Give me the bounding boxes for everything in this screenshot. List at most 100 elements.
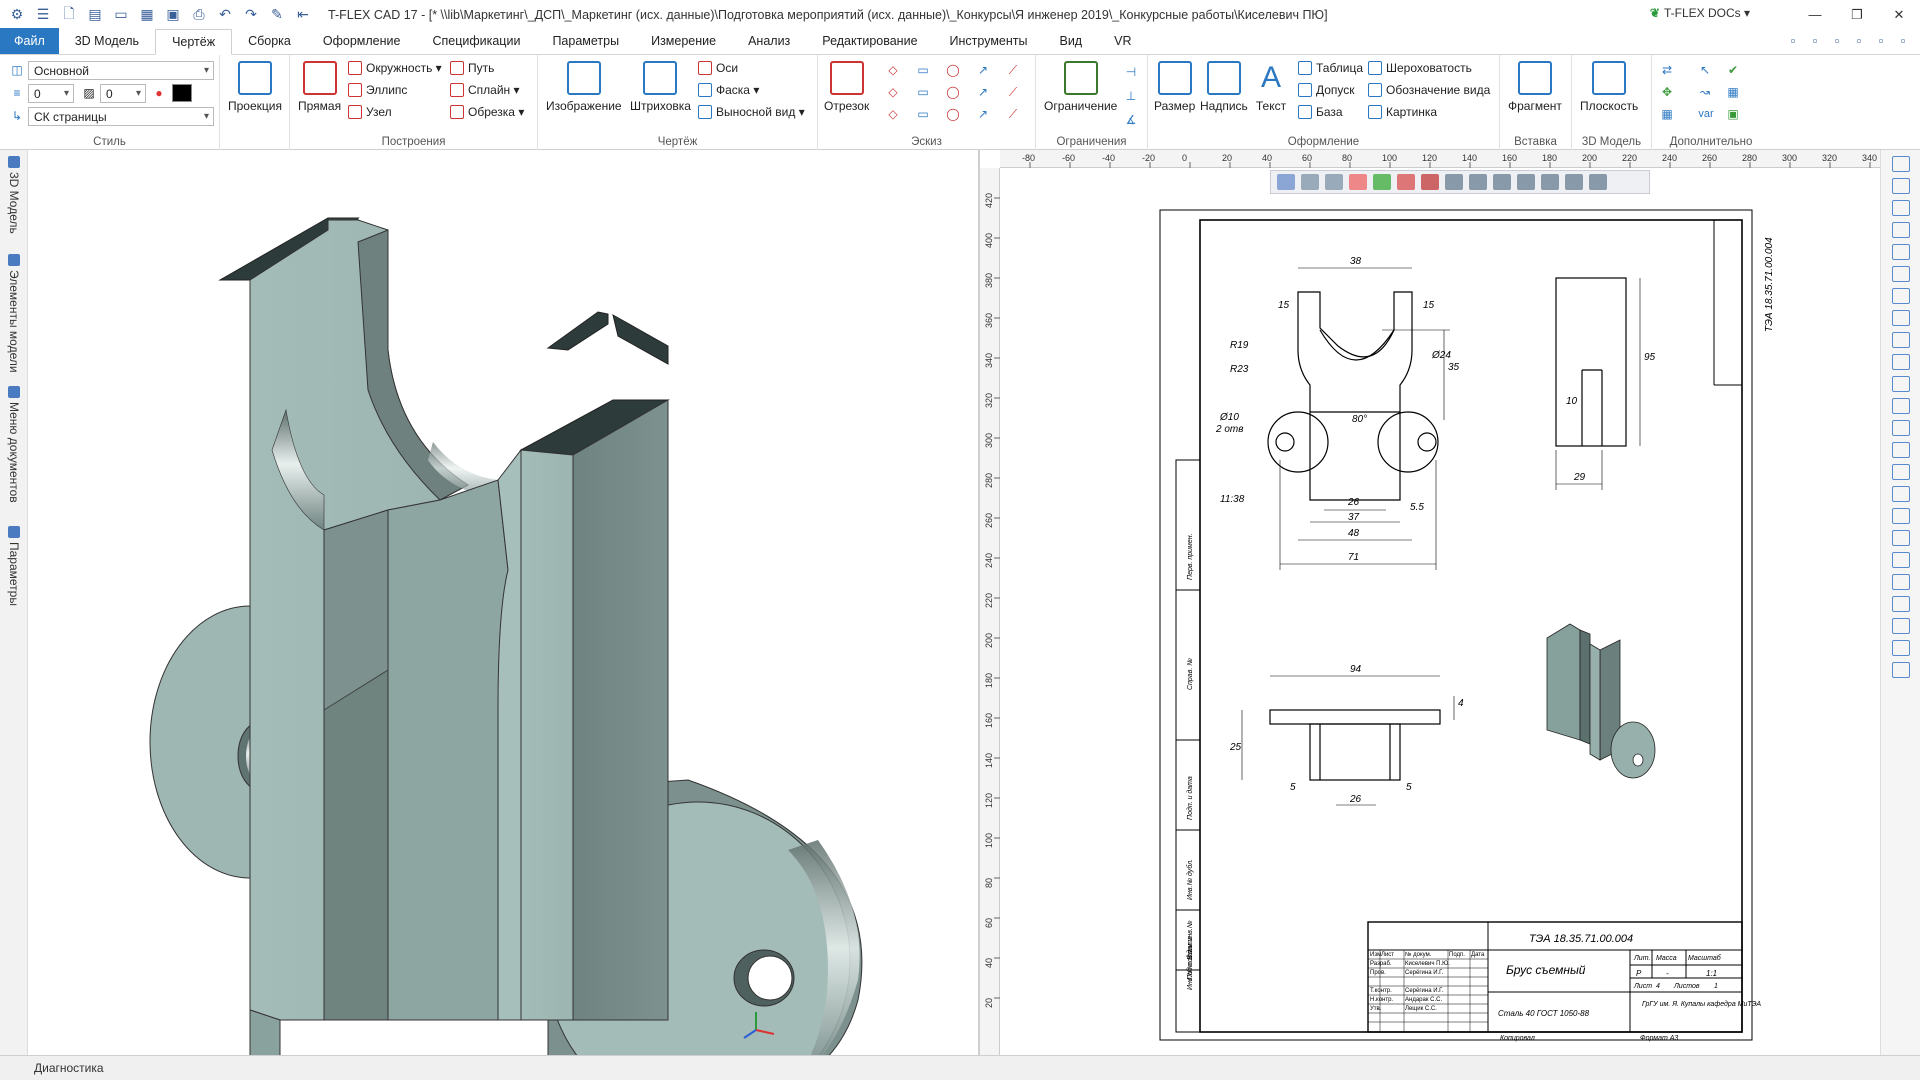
ellipse-button[interactable]: Эллипс bbox=[348, 83, 407, 97]
segment-button[interactable]: Отрезок bbox=[824, 61, 869, 113]
app-logo-icon[interactable]: ⚙ bbox=[6, 4, 28, 26]
sketch-tool-icon[interactable]: ◯ bbox=[944, 105, 962, 123]
docs-menu[interactable]: ❦ T-FLEX DOCs ▾ bbox=[1650, 6, 1750, 20]
view-tool-icon[interactable] bbox=[1891, 464, 1910, 480]
sketch-tool-icon[interactable]: ↗ bbox=[974, 83, 992, 101]
palette-icon[interactable]: ● bbox=[150, 84, 168, 102]
snap-line-icon[interactable] bbox=[1445, 174, 1463, 190]
reset-icon[interactable] bbox=[1397, 174, 1415, 190]
close-icon[interactable]: ✕ bbox=[1878, 7, 1920, 23]
constraint-tool-icon[interactable]: ∡ bbox=[1122, 111, 1140, 129]
extra-tool-icon[interactable]: ▣ bbox=[1724, 105, 1742, 123]
snap-tool-icon[interactable] bbox=[1589, 174, 1607, 190]
sketch-tool-icon[interactable]: ◇ bbox=[884, 61, 902, 79]
plane-button[interactable]: Плоскость bbox=[1580, 61, 1638, 113]
layer-filter-icon[interactable] bbox=[1301, 174, 1319, 190]
hatch-button[interactable]: Штриховка bbox=[630, 61, 691, 113]
view-tool-icon[interactable] bbox=[1891, 508, 1910, 524]
folder-icon[interactable]: ▦ bbox=[136, 4, 158, 26]
snap-box-icon[interactable] bbox=[1493, 174, 1511, 190]
image-button[interactable]: Изображение bbox=[546, 61, 622, 113]
tab-7[interactable]: Измерение bbox=[635, 28, 732, 54]
view-tool-icon[interactable] bbox=[1891, 420, 1910, 436]
sketch-tool-icon[interactable]: ▭ bbox=[914, 83, 932, 101]
print-icon[interactable]: ⎙ bbox=[188, 4, 210, 26]
chamfer-button[interactable]: Фаска ▾ bbox=[698, 83, 759, 97]
sketch-tool-icon[interactable]: ⟋ bbox=[1004, 83, 1022, 101]
open-icon[interactable]: ▤ bbox=[84, 4, 106, 26]
view-tool-icon[interactable] bbox=[1891, 486, 1910, 502]
view-tool-icon[interactable] bbox=[1891, 222, 1910, 238]
tab-document-menu[interactable]: Меню документов bbox=[4, 386, 24, 516]
diagnostics-label[interactable]: Диагностика bbox=[34, 1061, 104, 1075]
restore-icon[interactable]: ❐ bbox=[1836, 7, 1878, 23]
sketch-tool-icon[interactable]: ↗ bbox=[974, 61, 992, 79]
picture-button[interactable]: Картинка bbox=[1368, 105, 1437, 119]
redo-icon[interactable]: ↷ bbox=[240, 4, 262, 26]
view-tool-icon[interactable] bbox=[1891, 200, 1910, 216]
extra-tool-icon[interactable]: ▦ bbox=[1658, 105, 1676, 123]
tab-model-elements[interactable]: Элементы модели bbox=[4, 254, 24, 374]
window-icon[interactable]: ▭ bbox=[110, 4, 132, 26]
select-filter-icon[interactable] bbox=[1325, 174, 1343, 190]
node-button[interactable]: Узел bbox=[348, 105, 392, 119]
panel-icon[interactable]: ▫ bbox=[1870, 33, 1892, 48]
line-button[interactable]: Прямая bbox=[298, 61, 341, 113]
tab-1[interactable]: 3D Модель bbox=[59, 28, 155, 54]
snap-mark-icon[interactable] bbox=[1565, 174, 1583, 190]
3d-viewport[interactable] bbox=[28, 150, 980, 1055]
sketch-tool-icon[interactable]: ▭ bbox=[914, 61, 932, 79]
window-layout-icon[interactable]: ▫ bbox=[1804, 33, 1826, 48]
text-button[interactable]: A Текст bbox=[1254, 61, 1288, 113]
snap-dim-icon[interactable] bbox=[1517, 174, 1535, 190]
tab-8[interactable]: Анализ bbox=[732, 28, 806, 54]
view-tool-icon[interactable] bbox=[1891, 244, 1910, 260]
sketch-tool-icon[interactable]: ↗ bbox=[974, 105, 992, 123]
tab-3d-model-panel[interactable]: 3D Модель bbox=[4, 156, 24, 246]
view-tool-icon[interactable] bbox=[1891, 530, 1910, 546]
tab-0[interactable]: Файл bbox=[0, 28, 59, 54]
tab-11[interactable]: Вид bbox=[1043, 28, 1098, 54]
drawing-viewport[interactable]: 38 15 15 R19 Ø24 35 R23 Ø10 2 отв 80° 26… bbox=[980, 150, 1880, 1055]
constraint-tool-icon[interactable]: ⊣ bbox=[1122, 63, 1140, 81]
panel-icon[interactable]: ▫ bbox=[1848, 33, 1870, 48]
view-tool-icon[interactable] bbox=[1891, 552, 1910, 568]
view-tool-icon[interactable] bbox=[1891, 354, 1910, 370]
tab-6[interactable]: Параметры bbox=[536, 28, 635, 54]
layout-icon[interactable]: ▫ bbox=[1892, 33, 1914, 48]
view-mark-button[interactable]: Обозначение вида bbox=[1368, 83, 1490, 97]
new-document-icon[interactable]: 🗋 bbox=[58, 4, 80, 26]
constraint-tool-icon[interactable]: ⊥ bbox=[1122, 87, 1140, 105]
detail-view-button[interactable]: Выносной вид ▾ bbox=[698, 105, 805, 119]
caption-button[interactable]: Надпись bbox=[1200, 61, 1248, 113]
sketch-tool-icon[interactable]: ▭ bbox=[914, 105, 932, 123]
sketch-tool-icon[interactable]: ◯ bbox=[944, 61, 962, 79]
settings-icon[interactable]: ▫ bbox=[1826, 33, 1848, 48]
view-tool-icon[interactable] bbox=[1891, 640, 1910, 656]
save-icon[interactable]: ▣ bbox=[162, 4, 184, 26]
sketch-tool-icon[interactable]: ◇ bbox=[884, 105, 902, 123]
view-tool-icon[interactable] bbox=[1891, 574, 1910, 590]
extra-tool-icon[interactable]: ↖ bbox=[1696, 61, 1714, 79]
apply-icon[interactable] bbox=[1373, 174, 1391, 190]
tab-2[interactable]: Чертёж bbox=[155, 29, 233, 55]
fragment-button[interactable]: Фрагмент bbox=[1508, 61, 1562, 113]
view-tool-icon[interactable] bbox=[1891, 288, 1910, 304]
help-icon[interactable]: ▫ bbox=[1782, 33, 1804, 48]
path-button[interactable]: Путь bbox=[450, 61, 494, 75]
tab-5[interactable]: Спецификации bbox=[416, 28, 536, 54]
script-icon[interactable]: ✎ bbox=[266, 4, 288, 26]
view-tool-icon[interactable] bbox=[1891, 618, 1910, 634]
color-swatch[interactable] bbox=[172, 84, 192, 102]
extra-tool-icon[interactable]: ⇄ bbox=[1658, 61, 1676, 79]
layer-select[interactable]: Основной bbox=[28, 61, 214, 80]
snap-pen-icon[interactable] bbox=[1469, 174, 1487, 190]
dimension-button[interactable]: Размер bbox=[1154, 61, 1195, 113]
filter-icon[interactable] bbox=[1277, 174, 1295, 190]
extra-tool-icon[interactable]: ✔ bbox=[1724, 61, 1742, 79]
table-button[interactable]: Таблица bbox=[1298, 61, 1363, 75]
sketch-tool-icon[interactable]: ⟋ bbox=[1004, 105, 1022, 123]
trim-button[interactable]: Обрезка ▾ bbox=[450, 105, 524, 119]
sketch-tool-icon[interactable]: ⟋ bbox=[1004, 61, 1022, 79]
macro-icon[interactable]: ⇤ bbox=[292, 4, 314, 26]
